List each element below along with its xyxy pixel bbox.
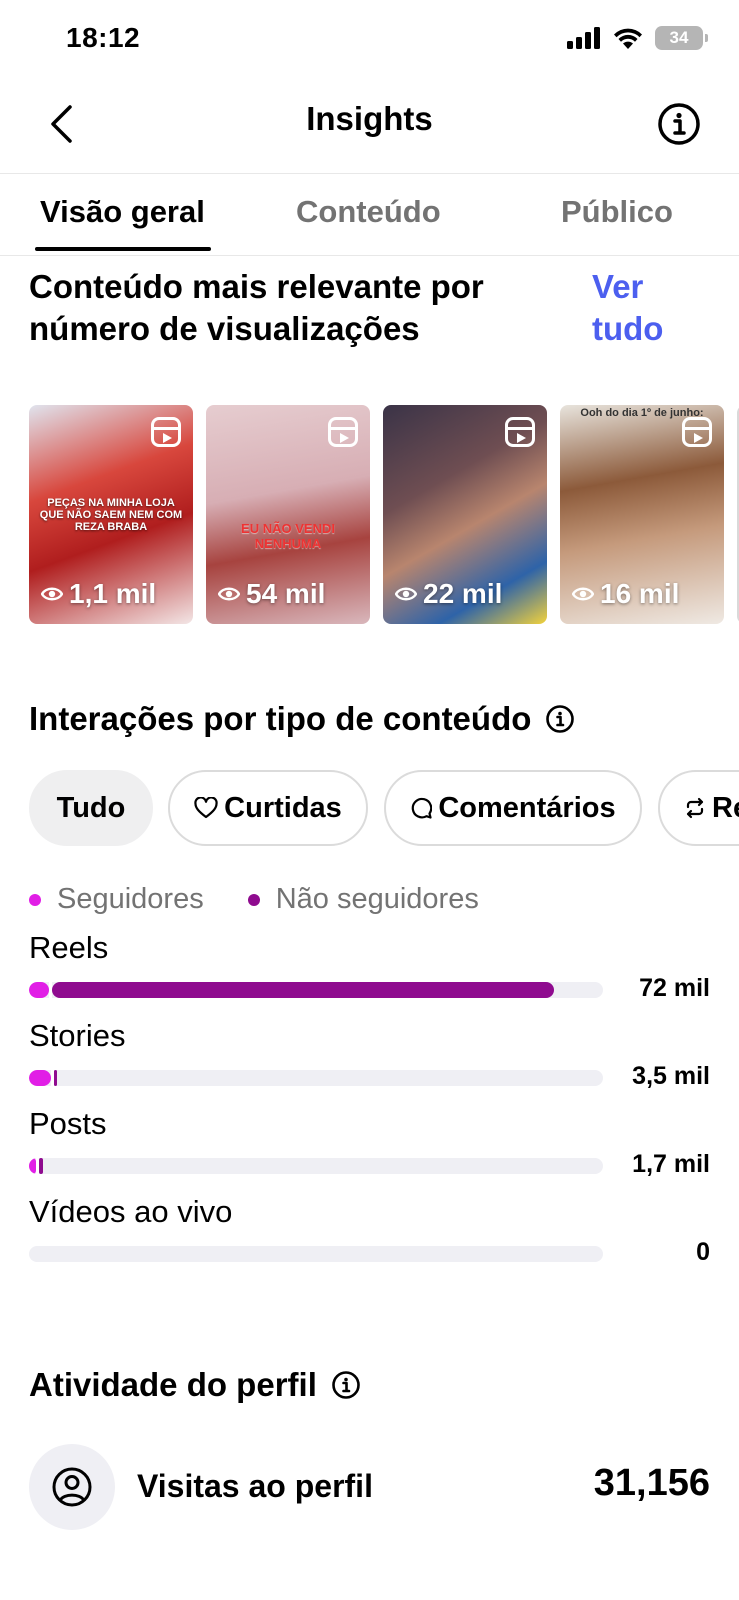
tab-content[interactable]: Conteúdo — [296, 194, 441, 230]
view-count: 16 mil — [572, 578, 679, 610]
tab-bar: Visão geral Conteúdo Público — [0, 174, 739, 256]
eye-icon — [395, 587, 417, 601]
eye-icon — [41, 587, 63, 601]
bar-row-stories: Stories 3,5 mil — [29, 1018, 710, 1098]
thumbnail-caption: EU NÃO VENDI NENHUMA — [241, 521, 335, 551]
profile-activity-title: Atividade do perfil — [29, 1366, 317, 1403]
legend-item-non-followers: Não seguidores — [247, 883, 479, 916]
bar-segment-followers — [29, 1158, 36, 1174]
reels-icon — [151, 417, 181, 447]
wifi-icon — [614, 28, 642, 49]
page-title: Insights — [306, 100, 433, 137]
view-count-value: 22 mil — [423, 578, 503, 609]
signal-icon — [567, 27, 600, 49]
active-tab-indicator — [35, 247, 211, 251]
eye-icon — [572, 587, 594, 601]
info-button[interactable] — [649, 94, 709, 154]
bar-value: 0 — [696, 1238, 710, 1266]
profile-icon-container — [29, 1444, 115, 1530]
profile-icon — [52, 1467, 92, 1507]
chart-legend: Seguidores Não seguidores — [29, 883, 479, 916]
bar-segment-non-followers — [52, 982, 555, 998]
bar-track — [29, 1158, 603, 1174]
top-content-carousel[interactable]: PEÇAS NA MINHA LOJA QUE NÃO SAEM NEM COM… — [29, 405, 739, 625]
filter-chip-reposts[interactable]: Re — [658, 770, 739, 846]
view-count: 1,1 mil — [41, 578, 156, 610]
bar-row-reels: Reels 72 mil — [29, 930, 710, 1010]
filter-chip-label: Comentários — [438, 791, 616, 824]
interactions-header: Interações por tipo de conteúdo — [29, 698, 575, 740]
bar-track — [29, 1246, 603, 1262]
bar-segment-non-followers — [38, 1158, 44, 1174]
bar-segment-followers — [29, 982, 50, 998]
legend-item-followers: Seguidores — [29, 883, 204, 916]
bar-value: 72 mil — [639, 974, 710, 1002]
bar-label: Stories — [29, 1018, 126, 1053]
comment-icon — [412, 797, 433, 819]
thumbnail-caption: PEÇAS NA MINHA LOJA QUE NÃO SAEM NEM COM… — [39, 497, 183, 533]
reel-thumbnail[interactable]: 22 mil — [383, 405, 547, 624]
bar-label: Posts — [29, 1106, 107, 1141]
filter-chip-label: Re — [712, 791, 739, 824]
view-count-value: 16 mil — [600, 578, 680, 609]
view-count: 22 mil — [395, 578, 502, 610]
top-content-title: Conteúdo mais relevante por número de vi… — [29, 268, 484, 347]
see-all-link[interactable]: Ver tudo — [592, 266, 702, 350]
bar-track — [29, 1070, 603, 1086]
filter-chip-comments[interactable]: Comentários — [384, 770, 642, 846]
filter-chip-label: Tudo — [56, 791, 126, 824]
bar-segment-non-followers — [53, 1070, 57, 1086]
profile-visits-value: 31,156 — [593, 1462, 710, 1504]
reel-thumbnail[interactable]: EU NÃO VENDI NENHUMA 54 mil — [206, 405, 370, 624]
filter-chip-likes[interactable]: Curtidas — [168, 770, 368, 846]
legend-label: Seguidores — [57, 883, 204, 915]
legend-dot — [29, 893, 41, 906]
legend-label: Não seguidores — [275, 883, 479, 915]
eye-icon — [218, 587, 240, 601]
interaction-filters: Tudo Curtidas Comentários Re — [29, 770, 739, 848]
status-bar: 18:12 34 — [0, 0, 739, 80]
view-count: 54 mil — [218, 578, 325, 610]
view-count-value: 54 mil — [246, 578, 326, 609]
heart-icon — [194, 797, 218, 819]
profile-visits-label: Visitas ao perfil — [137, 1468, 373, 1504]
bar-value: 1,7 mil — [632, 1150, 710, 1178]
info-icon[interactable] — [331, 1370, 361, 1400]
interactions-title: Interações por tipo de conteúdo — [29, 700, 532, 737]
status-icons: 34 — [567, 26, 708, 50]
bar-row-live-videos: Vídeos ao vivo 0 — [29, 1194, 710, 1274]
filter-chip-all[interactable]: Tudo — [29, 770, 153, 846]
profile-activity-header: Atividade do perfil — [29, 1364, 361, 1406]
bar-label: Reels — [29, 930, 109, 965]
view-count-value: 1,1 mil — [69, 578, 157, 609]
bar-value: 3,5 mil — [632, 1062, 710, 1090]
info-icon[interactable] — [545, 704, 575, 734]
tab-overview[interactable]: Visão geral — [40, 194, 205, 230]
bar-segment-followers — [29, 1070, 51, 1086]
filter-chip-label: Curtidas — [224, 791, 342, 824]
status-time: 18:12 — [66, 22, 141, 53]
reels-icon — [505, 417, 535, 447]
battery-icon: 34 — [655, 26, 708, 50]
repost-icon — [686, 797, 704, 819]
header: Insights — [0, 80, 739, 174]
reels-icon — [682, 417, 712, 447]
reel-thumbnail[interactable]: PEÇAS NA MINHA LOJA QUE NÃO SAEM NEM COM… — [29, 405, 193, 624]
bar-row-posts: Posts 1,7 mil — [29, 1106, 710, 1186]
reels-icon — [328, 417, 358, 447]
tab-audience[interactable]: Público — [561, 194, 673, 230]
legend-dot — [247, 893, 260, 906]
bar-label: Vídeos ao vivo — [29, 1194, 233, 1229]
profile-visits-row[interactable]: Visitas ao perfil 31,156 — [29, 1444, 710, 1530]
reel-thumbnail[interactable]: Ooh do dia 1º de junho: 16 mil — [560, 405, 724, 624]
bar-track — [29, 982, 603, 998]
info-icon — [658, 103, 700, 145]
